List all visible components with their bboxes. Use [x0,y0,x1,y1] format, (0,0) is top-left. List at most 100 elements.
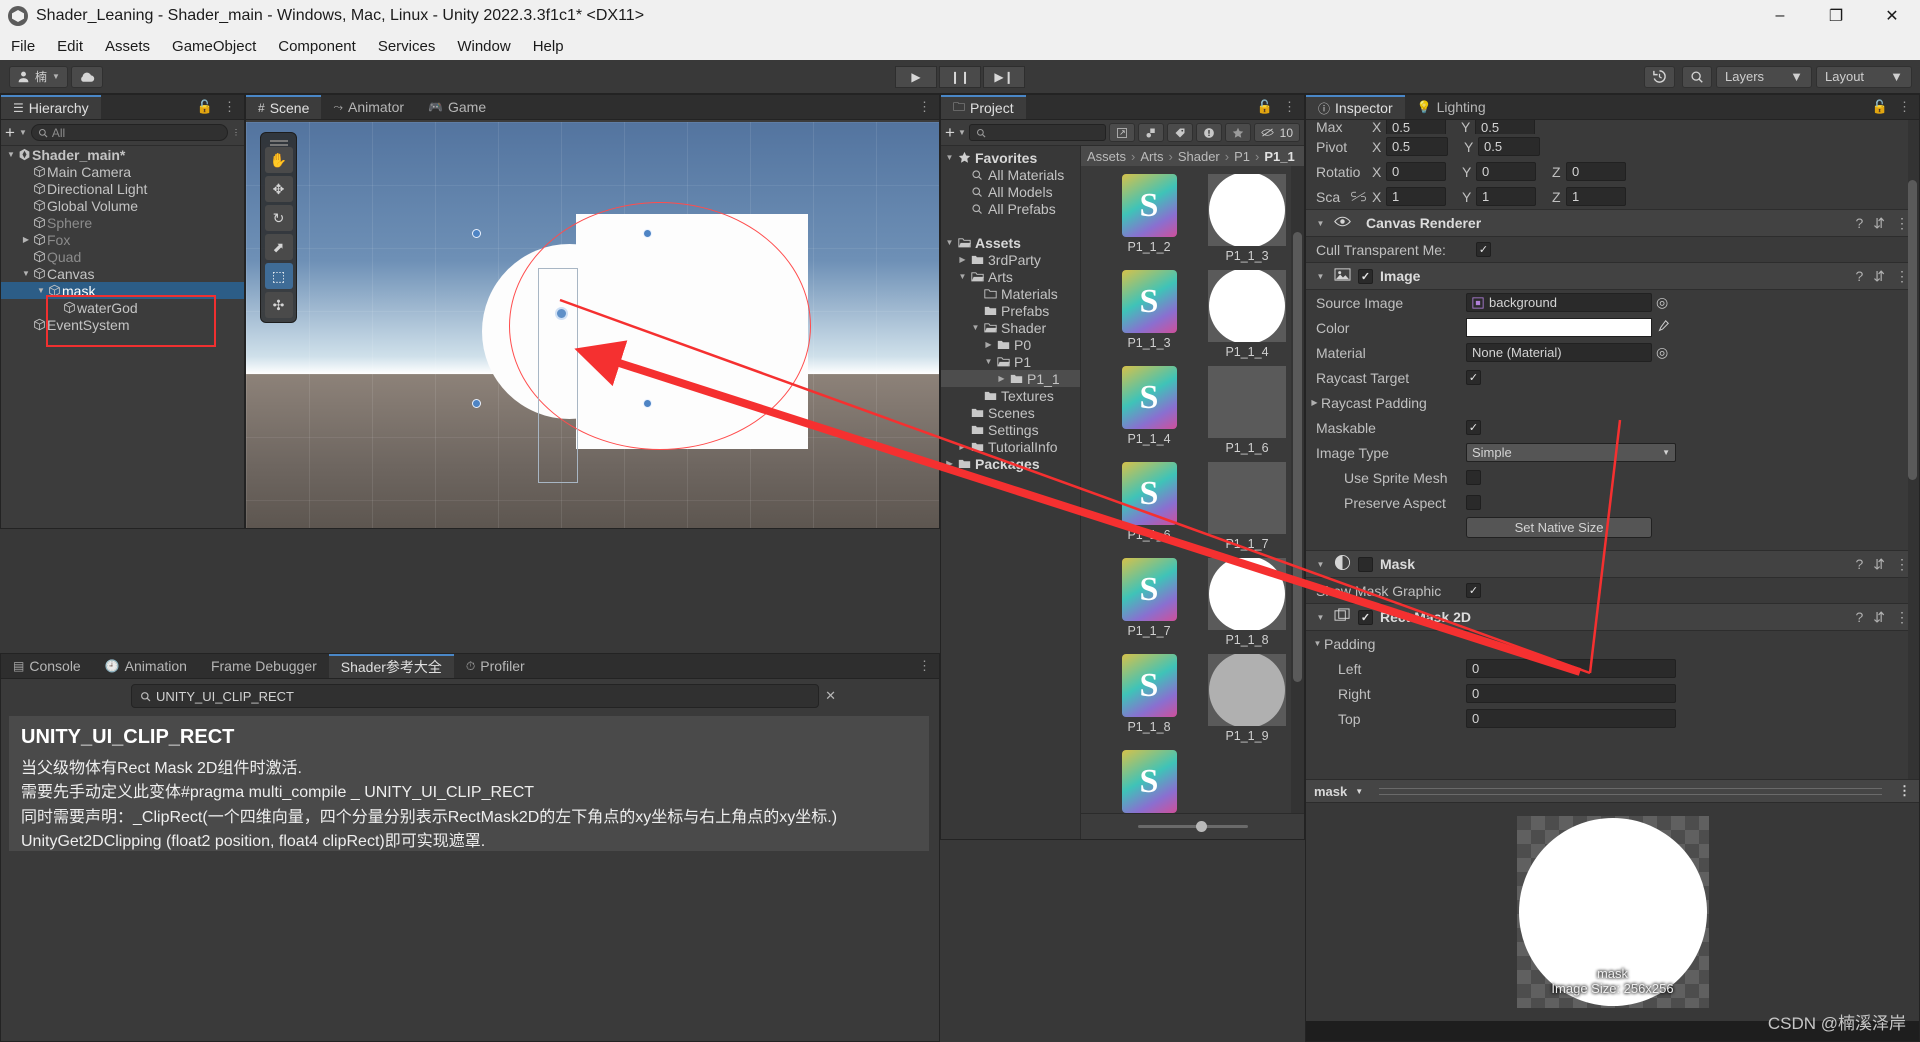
clear-search-icon[interactable]: ✕ [825,688,836,704]
scale-tool-icon[interactable]: ⬈ [264,234,293,260]
play-button[interactable]: ▶ [895,65,937,88]
minimize-button[interactable]: – [1752,0,1808,32]
inspector-scrollbar-track[interactable] [1908,120,1919,779]
hierarchy-item-fox[interactable]: ▶ Fox [1,231,244,248]
scene-viewport[interactable]: ✋ ✥ ↻ ⬈ ⬚ ✣ [246,122,939,528]
asset-item[interactable]: P1_1_6 [1201,366,1293,455]
menu-assets[interactable]: Assets [94,35,161,58]
tab-profiler[interactable]: ⏱ Profiler [453,654,537,678]
filter-favorite-button[interactable] [1224,123,1251,142]
rot-y-field[interactable]: 0 [1476,162,1536,181]
eyedropper-icon[interactable] [1656,319,1670,336]
project-scrollbar-track[interactable] [1291,166,1304,813]
kebab-icon[interactable]: ⋮ [1895,215,1909,232]
layers-dropdown[interactable]: Layers ▼ [1716,65,1812,88]
hierarchy-item-main-camera[interactable]: Main Camera [1,163,244,180]
chevron-down-icon[interactable]: ▼ [1314,613,1327,622]
asset-item[interactable]: S P1_1_8 [1103,654,1195,734]
rect-handle-top-left[interactable] [472,229,481,238]
tab-animator[interactable]: ⤳ Animator [321,95,417,119]
hierarchy-item-quad[interactable]: Quad [1,248,244,265]
tools-strip-grip[interactable] [269,140,288,142]
kebab-icon[interactable]: ⋮ [1895,609,1909,626]
maximize-button[interactable]: ❐ [1808,0,1864,32]
chevron-right-icon[interactable]: ▶ [995,374,1008,383]
hand-tool-icon[interactable]: ✋ [264,147,293,173]
preview-drag-handle[interactable] [1379,787,1882,795]
chevron-down-icon[interactable]: ▼ [5,150,17,159]
component-header-rect-mask-2d[interactable]: ▼ ✓ Rect Mask 2D ? ⇵ ⋮ [1306,603,1919,631]
breadcrumb-item-p1[interactable]: P1 [1234,149,1250,164]
preserve-aspect-checkbox[interactable]: ✓ [1466,495,1481,510]
rect-handle-bottom-left[interactable] [472,399,481,408]
asset-grid[interactable]: S P1_1_2 P1_1_3 S P1_1_3 P1_1_4 S P1_1_4 P1_1_6 S… [1081,166,1304,813]
hierarchy-item-sphere[interactable]: Sphere [1,214,244,231]
raycast-target-checkbox[interactable]: ✓ [1466,370,1481,385]
chevron-right-icon[interactable]: ▶ [943,459,956,468]
scale-z-field[interactable]: 1 [1566,187,1626,206]
transform-tool-icon[interactable]: ✣ [264,292,293,318]
kebab-icon[interactable]: ⋮ [1898,783,1911,799]
help-icon[interactable]: ? [1855,609,1863,626]
chevron-down-icon[interactable]: ▼ [20,269,32,278]
breadcrumb-item-p1_1[interactable]: P1_1 [1264,149,1294,164]
asset-item[interactable]: P1_1_4 [1201,270,1293,359]
kebab-icon[interactable]: ⋮ [1895,268,1909,285]
undo-history-button[interactable] [1644,65,1675,88]
menu-help[interactable]: Help [522,35,575,58]
color-swatch[interactable] [1466,318,1652,337]
project-tree-item-tutorialinfo[interactable]: ▶ TutorialInfo [941,438,1080,455]
chevron-down-icon[interactable]: ▼ [1314,272,1327,281]
chevron-right-icon[interactable]: ▶ [956,442,969,451]
tab-console[interactable]: ▤ Console [1,654,93,678]
breadcrumb-item-shader[interactable]: Shader [1178,149,1220,164]
breadcrumb-item-assets[interactable]: Assets [1087,149,1126,164]
rot-z-field[interactable]: 0 [1566,162,1626,181]
image-enabled-checkbox[interactable]: ✓ [1358,268,1373,284]
project-search-input[interactable] [968,124,1106,141]
project-tree-item-p0[interactable]: ▶ P0 [941,336,1080,353]
tab-frame-debugger[interactable]: Frame Debugger [198,654,329,678]
close-button[interactable]: ✕ [1864,0,1920,32]
preset-icon[interactable]: ⇵ [1873,268,1885,285]
component-header-mask[interactable]: ▼ ✓ Mask ? ⇵ ⋮ [1306,550,1919,578]
asset-item[interactable]: S P1_1_6 [1103,462,1195,542]
max-x-field[interactable]: 0.5 [1386,120,1446,134]
asset-item[interactable]: P1_1_3 [1201,174,1293,263]
maskable-checkbox[interactable]: ✓ [1466,420,1481,435]
chevron-down-icon[interactable]: ▼ [19,128,27,137]
hierarchy-item-mask[interactable]: ▼ mask [1,282,244,299]
pivot-y-field[interactable]: 0.5 [1478,137,1540,156]
filter-warning-button[interactable] [1195,123,1222,142]
chevron-down-icon[interactable]: ▼ [35,286,47,295]
object-picker-icon[interactable]: ◎ [1656,344,1668,361]
zoom-slider-thumb[interactable] [1195,821,1207,832]
project-zoom-slider[interactable] [1081,813,1304,839]
chevron-down-icon[interactable]: ▼ [958,128,966,137]
kebab-icon[interactable]: ⋮ [1895,556,1909,573]
cloud-button[interactable] [70,65,103,88]
help-icon[interactable]: ? [1855,268,1863,285]
kebab-icon[interactable]: ⋮ [223,99,236,115]
padding-right-field[interactable]: 0 [1466,684,1676,703]
chevron-down-icon[interactable]: ▼ [1314,219,1327,228]
layout-dropdown[interactable]: Layout ▼ [1816,65,1912,88]
tab-inspector[interactable]: ⓘ Inspector [1306,95,1405,119]
rect-mask-2d-enabled-checkbox[interactable]: ✓ [1358,609,1373,625]
asset-item[interactable]: P1_1_7 [1201,462,1293,551]
menu-window[interactable]: Window [446,35,521,58]
project-tree-item-p1[interactable]: ▼ P1 [941,353,1080,370]
menu-gameobject[interactable]: GameObject [161,35,267,58]
chevron-right-icon[interactable]: ▶ [1308,398,1321,407]
rot-x-field[interactable]: 0 [1386,162,1446,181]
tab-animation[interactable]: 🕘 Animation [92,654,199,678]
tab-lighting[interactable]: 💡 Lighting [1404,95,1498,119]
rotate-tool-icon[interactable]: ↻ [264,205,293,231]
asset-item[interactable]: S P1_1_7 [1103,558,1195,638]
menu-file[interactable]: File [0,35,46,58]
hierarchy-search-input[interactable]: All [30,124,228,141]
scale-x-field[interactable]: 1 [1386,187,1446,206]
menu-component[interactable]: Component [267,35,367,58]
project-scrollbar-thumb[interactable] [1293,232,1302,682]
chevron-down-icon[interactable]: ▼ [1314,560,1327,569]
